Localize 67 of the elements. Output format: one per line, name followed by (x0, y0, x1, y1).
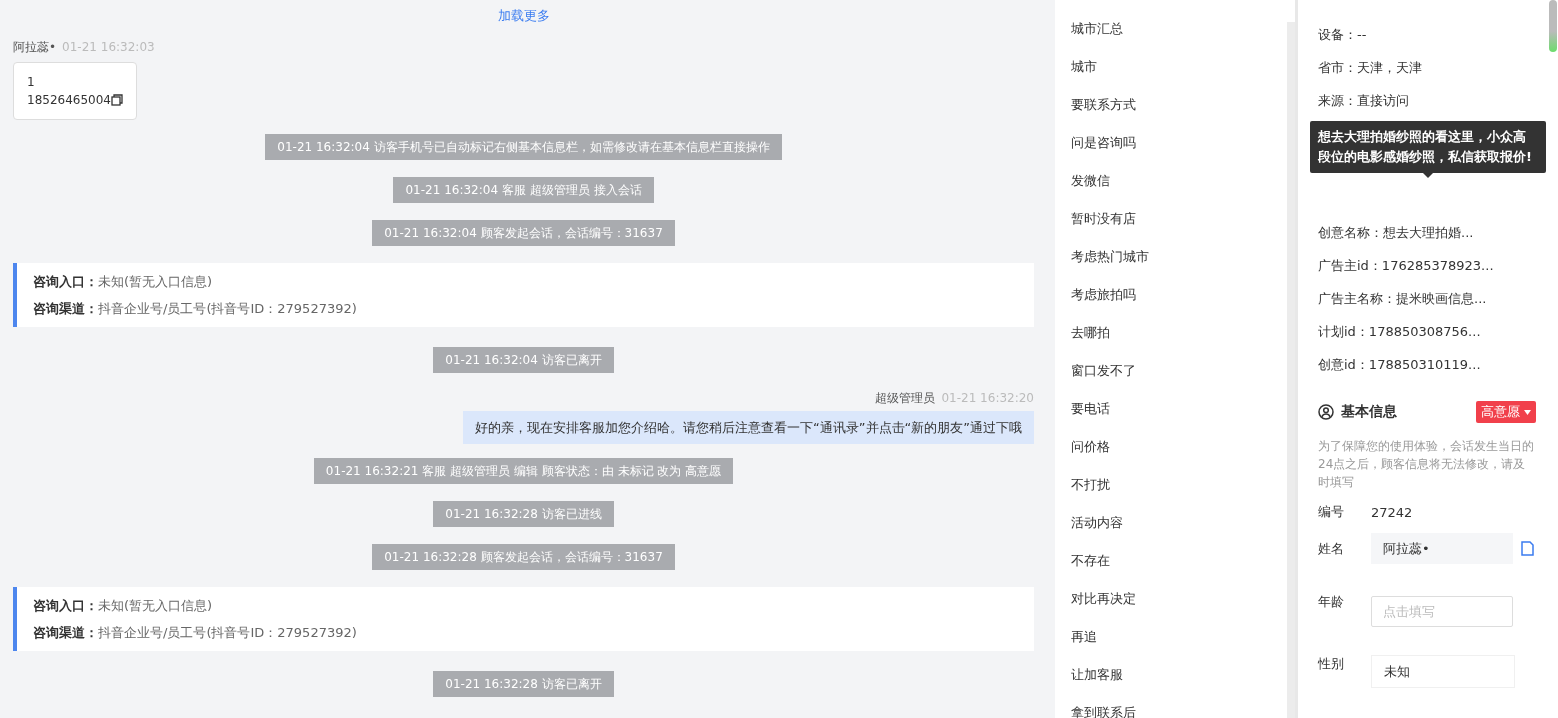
info-label: 咨询渠道： (33, 301, 98, 316)
quick-reply-item[interactable]: 活动内容 (1071, 504, 1287, 542)
source-info-line: 来源：直接访问 (1318, 92, 1410, 110)
source-info-line: 广告主名称：提米映画信息... (1318, 290, 1488, 308)
tooltip: 想去大理拍婚纱照的看这里，小众高段位的电影感婚纱照，私信获取报价! (1310, 121, 1546, 173)
age-field[interactable]: 点击填写 (1371, 596, 1513, 627)
system-notice: 01-21 16:32:04 客服 超级管理员 接入会话 (393, 177, 654, 203)
system-notice: 01-21 16:32:28 访客已离开 (433, 671, 614, 697)
sender-name: 超级管理员 (875, 390, 936, 406)
quick-reply-item[interactable]: 去哪拍 (1071, 314, 1287, 352)
system-notice: 01-21 16:32:28 顾客发起会话，会话编号：31637 (372, 544, 675, 570)
tooltip-pointer (1423, 173, 1433, 178)
notice-text: 为了保障您的使用体验，会话发生当日的24点之后，顾客信息将无法修改，请及时填写 (1318, 438, 1534, 491)
document-icon[interactable] (1521, 541, 1534, 556)
source-info-line: 计划id：178850308756... (1318, 323, 1482, 341)
message-time: 01-21 16:32:03 (62, 39, 155, 55)
quick-reply-item[interactable]: 城市 (1071, 48, 1287, 86)
name-field[interactable]: 阿拉蕊• (1371, 533, 1513, 564)
field-label: 性别 (1318, 654, 1345, 673)
status-dropdown[interactable]: 高意愿 (1476, 401, 1536, 423)
quick-reply-item[interactable]: 要联系方式 (1071, 86, 1287, 124)
quick-reply-item[interactable]: 发微信 (1071, 162, 1287, 200)
source-info-line: 创意id：178850310119... (1318, 356, 1482, 374)
system-notice: 01-21 16:32:04 访客已离开 (433, 347, 614, 373)
message-bubble: 1 18526465004 (13, 62, 137, 120)
info-label: 咨询渠道： (33, 625, 98, 640)
info-value: 抖音企业号/员工号(抖音号ID：279527392) (98, 301, 357, 316)
gender-select[interactable]: 未知 (1371, 655, 1515, 688)
field-label: 姓名 (1318, 539, 1345, 558)
info-value: 未知(暂无入口信息) (98, 274, 213, 289)
section-title: 基本信息 (1341, 403, 1398, 421)
info-label: 咨询入口： (33, 274, 98, 289)
info-label: 咨询入口： (33, 598, 98, 613)
quick-reply-item[interactable]: 不打扰 (1071, 466, 1287, 504)
field-label: 年龄 (1318, 592, 1345, 611)
caret-icon (1524, 409, 1531, 415)
source-info-line: 广告主id：176285378923... (1318, 257, 1495, 275)
source-info-line: 设备：-- (1318, 26, 1368, 44)
message-bubble: 好的亲，现在安排客服加您介绍哈。请您稍后注意查看一下“通讯录”并点击“新的朋友”通过下哦 (463, 411, 1034, 444)
message-time: 01-21 16:32:20 (941, 390, 1034, 406)
info-value: 抖音企业号/员工号(抖音号ID：279527392) (98, 625, 357, 640)
scrollbar-thumb[interactable] (1549, 0, 1557, 52)
quick-reply-item[interactable]: 问价格 (1071, 428, 1287, 466)
quick-reply-item[interactable]: 窗口发不了 (1071, 352, 1287, 390)
system-notice: 01-21 16:32:04 访客手机号已自动标记右侧基本信息栏，如需修改请在基本信息栏直接操作 (265, 134, 782, 160)
system-notice: 01-21 16:32:28 访客已进线 (433, 501, 614, 527)
quick-reply-item[interactable]: 要电话 (1071, 390, 1287, 428)
quick-reply-item[interactable]: 让加客服 (1071, 656, 1287, 694)
field-value: 27242 (1371, 504, 1413, 520)
info-value: 未知(暂无入口信息) (98, 598, 213, 613)
quick-reply-item[interactable]: 问是咨询吗 (1071, 124, 1287, 162)
quick-reply-item[interactable]: 考虑热门城市 (1071, 238, 1287, 276)
quick-reply-item[interactable]: 不存在 (1071, 542, 1287, 580)
quick-reply-item[interactable]: 考虑旅拍吗 (1071, 276, 1287, 314)
quick-reply-item[interactable]: 对比再决定 (1071, 580, 1287, 618)
quick-reply-item[interactable]: 城市汇总 (1071, 10, 1287, 48)
copy-icon[interactable] (111, 94, 123, 106)
system-notice: 01-21 16:32:21 客服 超级管理员 编辑 顾客状态：由 未标记 改为 高意愿 (313, 458, 734, 484)
load-more-link[interactable]: 加载更多 (497, 7, 550, 25)
source-info-line: 省市：天津，天津 (1318, 59, 1423, 77)
field-label: 编号 (1318, 503, 1345, 521)
quick-reply-item[interactable]: 再追 (1071, 618, 1287, 656)
source-info-line: 创意名称：想去大理拍婚... (1318, 224, 1475, 242)
sender-name: 阿拉蕊• (13, 39, 57, 55)
user-icon (1318, 404, 1334, 420)
system-notice: 01-21 16:32:04 顾客发起会话，会话编号：31637 (372, 220, 675, 246)
quick-reply-item[interactable]: 暂时没有店 (1071, 200, 1287, 238)
